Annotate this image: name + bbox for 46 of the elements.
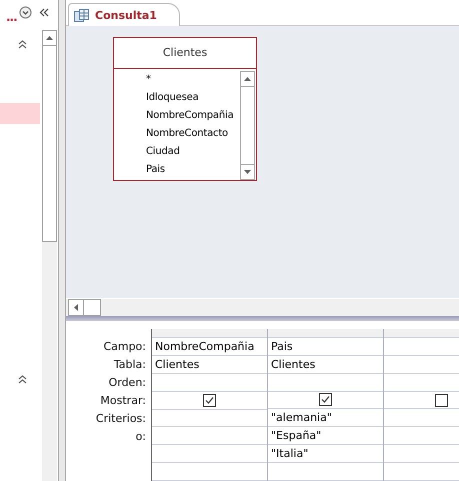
- grid-cell[interactable]: "España": [268, 427, 383, 446]
- grid-cell[interactable]: "alemania": [268, 409, 383, 428]
- grid-cell[interactable]: Clientes: [268, 356, 383, 374]
- row-label: Orden:: [108, 375, 146, 391]
- dropdown-icon[interactable]: [18, 6, 32, 18]
- table-title: Clientes: [114, 38, 256, 69]
- scrollbar[interactable]: [42, 30, 57, 481]
- checkbox[interactable]: [203, 394, 216, 407]
- field-item[interactable]: Ciudad: [146, 143, 180, 161]
- scroll-thumb[interactable]: [84, 299, 101, 316]
- checkbox[interactable]: [435, 394, 448, 406]
- grid-cell[interactable]: NombreCompañia: [152, 338, 267, 356]
- pane-title: ...: [6, 10, 17, 24]
- scrollbar[interactable]: [66, 298, 459, 316]
- field-item[interactable]: Idloquesea: [146, 89, 199, 107]
- row-label: Mostrar:: [100, 393, 146, 409]
- row-label: o:: [136, 429, 146, 445]
- scroll-thumb[interactable]: [42, 46, 57, 242]
- row-label: Campo:: [103, 339, 146, 355]
- row-label: Tabla:: [114, 357, 146, 373]
- selected-item-highlight: [0, 103, 40, 124]
- expand-up-icon[interactable]: [18, 40, 27, 49]
- grid-cell[interactable]: "Italia": [268, 445, 383, 464]
- field-item[interactable]: NombreContacto: [146, 125, 228, 143]
- field-item[interactable]: NombreCompañia: [146, 107, 234, 125]
- grid-cell[interactable]: [268, 392, 383, 410]
- row-label: Criterios:: [96, 411, 146, 427]
- scroll-up-icon[interactable]: [46, 36, 53, 40]
- scroll-down-icon[interactable]: [244, 170, 251, 174]
- grid-cell[interactable]: [152, 392, 267, 410]
- expand-up-icon[interactable]: [18, 375, 27, 384]
- scroll-up-icon[interactable]: [244, 77, 251, 81]
- scroll-thumb[interactable]: [240, 87, 255, 164]
- column-selector[interactable]: [152, 329, 267, 338]
- column-selector[interactable]: [268, 329, 383, 338]
- scrollbar[interactable]: [240, 71, 255, 180]
- field-item[interactable]: Pais: [146, 161, 165, 179]
- grid-cell[interactable]: Clientes: [152, 356, 267, 374]
- scroll-left-icon[interactable]: [74, 304, 78, 311]
- collapse-icon[interactable]: [38, 8, 49, 16]
- document-tab[interactable]: Consulta1: [68, 3, 180, 26]
- query-icon: [74, 8, 89, 22]
- field-item[interactable]: *: [146, 71, 151, 89]
- splitter-bar[interactable]: [66, 316, 459, 321]
- grid-cell[interactable]: Pais: [268, 338, 383, 356]
- checkbox[interactable]: [319, 393, 332, 406]
